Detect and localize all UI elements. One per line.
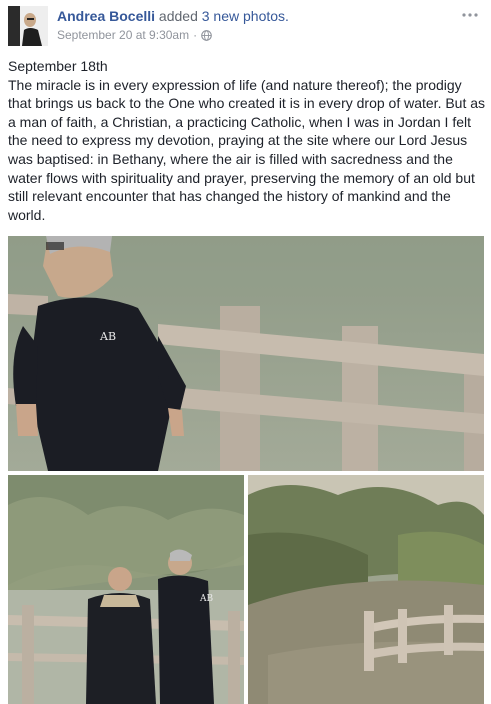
avatar[interactable] [8, 6, 48, 46]
photo-2[interactable]: AB [8, 475, 244, 704]
post-date-line: September 18th [8, 58, 108, 74]
shirt-logo-2: AB [199, 594, 213, 604]
photo-count-link[interactable]: 3 new photos. [202, 8, 289, 24]
post-message: September 18th The miracle is in every e… [8, 57, 486, 224]
photo-3[interactable] [248, 475, 484, 704]
photo-grid: AB AB [8, 236, 484, 704]
post-meta: September 20 at 9:30am · [57, 28, 212, 43]
post-timestamp-link[interactable]: September 20 at 9:30am [57, 28, 189, 43]
post-action-text: added [158, 8, 198, 24]
author-line: Andrea Bocelli added 3 new photos. [57, 8, 289, 25]
post-header: Andrea Bocelli added 3 new photos. Septe… [0, 0, 491, 52]
globe-icon[interactable] [201, 30, 212, 41]
more-options-icon[interactable] [461, 8, 479, 18]
meta-separator: · [193, 28, 198, 42]
post-body-text: The miracle is in every expression of li… [8, 76, 486, 223]
author-name-link[interactable]: Andrea Bocelli [57, 8, 155, 24]
shirt-logo-1: AB [99, 330, 116, 343]
photo-1[interactable]: AB [8, 236, 484, 471]
